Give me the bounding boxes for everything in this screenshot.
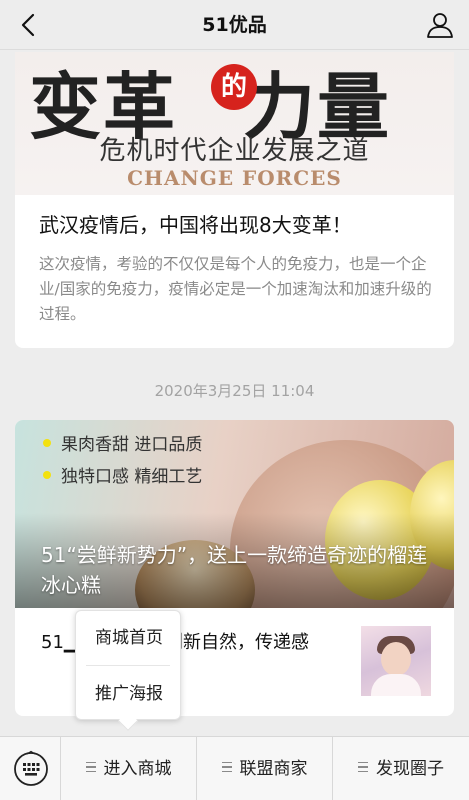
sub-article-thumbnail[interactable] [361,626,431,696]
banner-title-de-badge: 的 [211,64,257,110]
page-title: 51优品 [202,14,267,36]
bullet-dot-icon [43,439,51,447]
feature-text: 独特口感 精细工艺 [61,467,203,487]
feature-line: 独特口感 精细工艺 [43,462,202,487]
tab-discover-circle[interactable]: 发现圈子 [333,737,469,800]
article-banner-image: 变革 力量 的 危机时代企业发展之道 CHANGE FORCES [15,52,454,195]
menu-divider [86,665,170,666]
menu-lines-icon [85,761,96,773]
feature-text: 果肉香甜 进口品质 [61,435,203,455]
tab-alliance-merchants[interactable]: 联盟商家 [197,737,333,800]
submenu-popup: 商城首页 推广海报 [75,610,182,731]
menu-lines-icon [221,761,232,773]
message-timestamp: 2020年3月25日 11:04 [154,382,315,400]
banner-english-title: CHANGE FORCES [127,166,342,190]
thumbnail-figure [371,674,421,696]
tab-enter-mall[interactable]: 进入商城 [61,737,197,800]
tab-label: 进入商城 [103,759,172,779]
user-profile-icon[interactable] [425,10,455,40]
menu-lines-icon [358,761,368,773]
tab-label: 联盟商家 [239,759,308,779]
article-description: 这次疫情，考验的不仅仅是每个人的免疫力，也是一个企业/国家的免疫力，疫情必定是一… [39,255,432,323]
keyboard-icon [14,750,48,786]
article-caption[interactable]: 51“尝鲜新势力”，送上一款缔造奇迹的榴莲冰心糕 [41,540,436,600]
menu-item-mall-home[interactable]: 商城首页 [76,611,182,665]
banner-subtitle: 危机时代企业发展之道 [99,136,370,166]
article-card-transformation[interactable]: 变革 力量 的 危机时代企业发展之道 CHANGE FORCES 武汉疫情后，中国… [15,52,454,348]
bottom-menu-bar: 进入商城 联盟商家 发现圈子 [0,736,469,800]
bullet-dot-icon [43,471,51,479]
thumbnail-figure [381,642,411,676]
top-bar: 51优品 [0,0,469,50]
tab-label: 发现圈子 [376,759,444,779]
feature-line: 果肉香甜 进口品质 [43,430,202,455]
keyboard-toggle[interactable] [0,737,61,800]
article-banner-image: 果肉香甜 进口品质 独特口感 精细工艺 51“尝鲜新势力”，送上一款缔造奇迹的榴… [15,420,454,608]
article-headline[interactable]: 武汉疫情后，中国将出现8大变革！ [39,210,438,240]
